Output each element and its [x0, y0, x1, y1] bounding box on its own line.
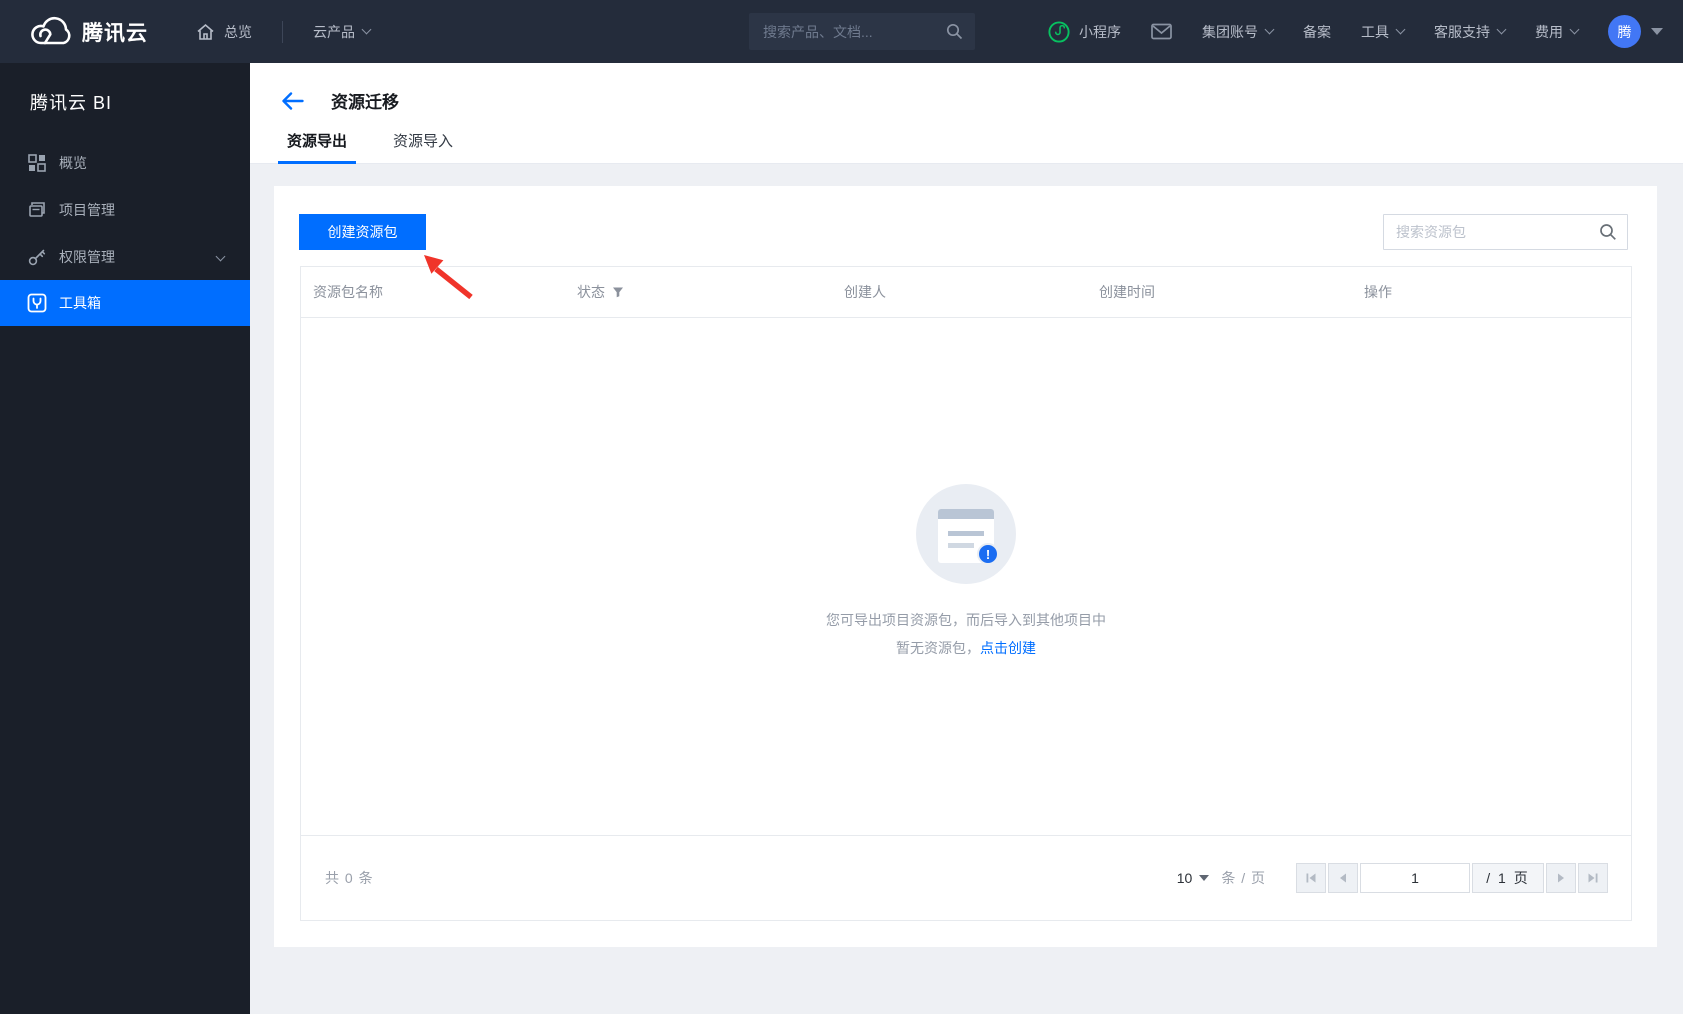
nav-overview[interactable]: 总览: [196, 22, 252, 42]
mail-icon: [1151, 23, 1172, 40]
navbar-right-group: 小程序 集团账号 备案 工具 客服支持 费用 腾: [1048, 15, 1683, 48]
sidebar: 腾讯云 BI 概览 项目管理 权限管理 工具箱: [0, 63, 250, 1014]
top-navbar: 腾讯云 总览 云产品 小程序: [0, 0, 1683, 63]
prev-page-icon: [1340, 873, 1346, 883]
empty-state-hint: 暂无资源包，点击创建: [301, 638, 1631, 658]
filter-icon[interactable]: [612, 286, 624, 298]
column-creator: 创建人: [844, 284, 886, 300]
create-package-button[interactable]: 创建资源包: [299, 214, 426, 250]
nav-messages[interactable]: [1151, 23, 1172, 40]
chevron-down-icon: [1395, 24, 1406, 35]
column-create-time: 创建时间: [1099, 284, 1155, 300]
sidebar-item-permissions[interactable]: 权限管理: [0, 233, 250, 280]
first-page-icon: [1306, 873, 1316, 883]
search-icon[interactable]: [1599, 223, 1617, 241]
project-icon: [29, 201, 45, 217]
chevron-down-icon: [361, 24, 372, 35]
product-search-box[interactable]: [749, 13, 975, 50]
tab-bar: 资源导出 资源导入: [278, 130, 1683, 164]
main-area: 资源迁移 资源导出 资源导入 创建资源包 搜索资源包 资源包名称 状态 创建人 …: [250, 63, 1683, 1014]
product-search-input[interactable]: [763, 23, 946, 40]
next-page-icon: [1558, 873, 1564, 883]
mini-program-icon: [1048, 20, 1070, 43]
nav-account[interactable]: 腾: [1608, 15, 1663, 48]
sidebar-menu: 概览 项目管理 权限管理 工具箱: [0, 139, 250, 326]
sidebar-item-label: 概览: [59, 154, 87, 171]
document-icon: !: [938, 509, 999, 565]
nav-billing[interactable]: 费用: [1535, 22, 1580, 42]
nav-beian-label: 备案: [1303, 23, 1331, 40]
sidebar-item-label: 权限管理: [59, 248, 115, 265]
key-icon: [28, 249, 46, 265]
avatar[interactable]: 腾: [1608, 15, 1641, 48]
package-search-box[interactable]: [1383, 214, 1628, 250]
exclamation-badge-icon: !: [977, 543, 999, 565]
page-title: 资源迁移: [331, 93, 399, 112]
column-actions: 操作: [1364, 284, 1392, 300]
column-status: 状态: [565, 282, 832, 302]
chevron-down-icon: [1264, 24, 1275, 35]
nav-cloud-products-label: 云产品: [313, 23, 355, 40]
packages-table: 资源包名称 状态 创建人 创建时间 操作 ! 您可导出项目资源包，而后导入到其他…: [300, 266, 1632, 921]
nav-overview-label: 总览: [224, 23, 252, 40]
overview-grid-icon: [28, 153, 46, 172]
back-arrow-icon[interactable]: [281, 91, 304, 110]
tencent-cloud-logo[interactable]: [28, 16, 72, 48]
table-header: 资源包名称 状态 创建人 创建时间 操作: [301, 267, 1631, 318]
caret-down-icon: [1651, 28, 1663, 35]
prev-page-button[interactable]: [1328, 863, 1358, 893]
page-size-value: 10: [1176, 870, 1193, 886]
sidebar-item-overview[interactable]: 概览: [0, 139, 250, 186]
nav-tools-label: 工具: [1361, 23, 1389, 40]
column-package-name: 资源包名称: [313, 284, 383, 300]
empty-state-description: 您可导出项目资源包，而后导入到其他项目中: [826, 612, 1106, 628]
sidebar-item-label: 工具箱: [59, 295, 101, 311]
sidebar-title: 腾讯云 BI: [30, 93, 113, 113]
caret-down-icon: [1199, 875, 1210, 881]
nav-support[interactable]: 客服支持: [1434, 22, 1507, 42]
tab-resource-export[interactable]: 资源导出: [278, 130, 357, 164]
nav-billing-label: 费用: [1535, 23, 1563, 40]
empty-state-hint-text: 暂无资源包，: [896, 640, 980, 656]
nav-mini-program-label: 小程序: [1079, 23, 1121, 40]
first-page-button[interactable]: [1296, 863, 1326, 893]
tab-resource-import[interactable]: 资源导入: [384, 130, 462, 164]
next-page-button[interactable]: [1546, 863, 1576, 893]
nav-tools[interactable]: 工具: [1361, 22, 1406, 42]
nav-group-account[interactable]: 集团账号: [1202, 22, 1275, 42]
sidebar-item-label: 项目管理: [59, 201, 115, 218]
nav-mini-program[interactable]: 小程序: [1048, 20, 1121, 43]
nav-group-account-label: 集团账号: [1202, 23, 1258, 40]
chevron-down-icon: [1496, 24, 1507, 35]
brand-name[interactable]: 腾讯云: [82, 17, 148, 47]
nav-cloud-products[interactable]: 云产品: [313, 22, 372, 42]
home-icon: [197, 23, 214, 40]
nav-support-label: 客服支持: [1434, 23, 1490, 40]
page-number-input[interactable]: [1360, 863, 1470, 893]
empty-state-icon: !: [916, 484, 1016, 584]
total-count: 共 0 条: [325, 870, 374, 886]
page-total-label: / 1 页: [1472, 863, 1544, 893]
chevron-down-icon: [215, 251, 226, 262]
sidebar-item-toolbox[interactable]: 工具箱: [0, 280, 250, 326]
divider: [282, 20, 283, 43]
page-size-unit: 条 / 页: [1221, 870, 1266, 886]
table-body: ! 您可导出项目资源包，而后导入到其他项目中 暂无资源包，点击创建: [301, 318, 1631, 835]
page-size-select[interactable]: 10 条 / 页: [1177, 868, 1266, 888]
package-search-input[interactable]: [1383, 214, 1628, 250]
last-page-icon: [1588, 873, 1598, 883]
toolbox-icon: [27, 293, 47, 313]
content-area: 创建资源包 资源包名称: [250, 164, 1683, 1014]
page-header: 资源迁移 资源导出 资源导入: [250, 63, 1683, 164]
search-icon[interactable]: [946, 23, 963, 40]
resource-card: 创建资源包 资源包名称: [274, 186, 1657, 947]
chevron-down-icon: [1569, 24, 1580, 35]
empty-state: ! 您可导出项目资源包，而后导入到其他项目中 暂无资源包，点击创建: [301, 484, 1631, 658]
sidebar-item-projects[interactable]: 项目管理: [0, 186, 250, 233]
last-page-button[interactable]: [1578, 863, 1608, 893]
pagination: 10 条 / 页 1 / 1 页: [1177, 863, 1608, 893]
nav-beian[interactable]: 备案: [1303, 22, 1331, 42]
table-footer: 共 0 条 10 条 / 页 1 / 1 页: [301, 835, 1631, 920]
click-to-create-link[interactable]: 点击创建: [980, 640, 1036, 656]
